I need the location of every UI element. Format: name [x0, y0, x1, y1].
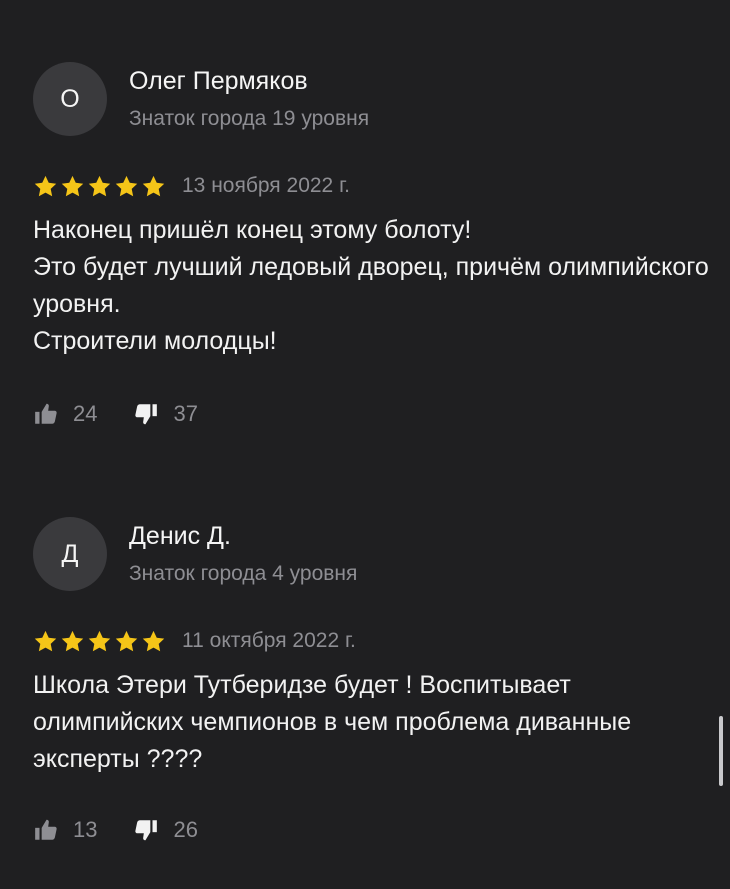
author-name[interactable]: Олег Пермяков: [129, 67, 308, 96]
rating-row: 13 ноября 2022 г.: [33, 172, 350, 200]
thumbs-down-icon: [135, 820, 158, 841]
author-level: Знаток города 4 уровня: [129, 562, 358, 585]
star-rating: [33, 174, 166, 199]
star-icon: [88, 630, 111, 651]
star-icon: [88, 175, 111, 196]
star-icon: [61, 630, 84, 651]
star-icon: [61, 175, 84, 196]
star-rating: [33, 629, 166, 654]
like-button[interactable]: 24: [33, 401, 97, 427]
dislike-count: 26: [173, 817, 198, 842]
thumbs-down-icon: [135, 404, 158, 425]
review-text: Школа Этери Тутберидзе будет ! Воспитыва…: [33, 671, 632, 773]
star-icon: [34, 630, 57, 651]
like-count: 13: [73, 817, 98, 842]
star-icon: [115, 630, 138, 651]
like-button[interactable]: 13: [33, 817, 97, 843]
star-icon: [142, 630, 165, 651]
star-icon: [115, 175, 138, 196]
review-text: Наконец пришёл конец этому болоту! Это б…: [33, 216, 709, 355]
dislike-button[interactable]: 26: [133, 817, 198, 843]
dislike-button[interactable]: 37: [133, 401, 198, 427]
reactions-bar: 24 37: [33, 399, 234, 429]
star-icon: [142, 175, 165, 196]
thumbs-up-icon: [35, 403, 57, 424]
author-name[interactable]: Денис Д.: [129, 522, 231, 551]
scrollbar[interactable]: [719, 716, 723, 786]
review-date: 13 ноября 2022 г.: [182, 174, 350, 197]
avatar[interactable]: О: [33, 62, 107, 136]
author-level: Знаток города 19 уровня: [129, 107, 370, 130]
dislike-count: 37: [173, 401, 198, 426]
reactions-bar: 13 26: [33, 815, 234, 845]
review-date: 11 октября 2022 г.: [182, 629, 356, 652]
avatar[interactable]: Д: [33, 517, 107, 591]
thumbs-up-icon: [35, 819, 57, 840]
like-count: 24: [73, 401, 98, 426]
star-icon: [34, 175, 57, 196]
rating-row: 11 октября 2022 г.: [33, 627, 356, 655]
